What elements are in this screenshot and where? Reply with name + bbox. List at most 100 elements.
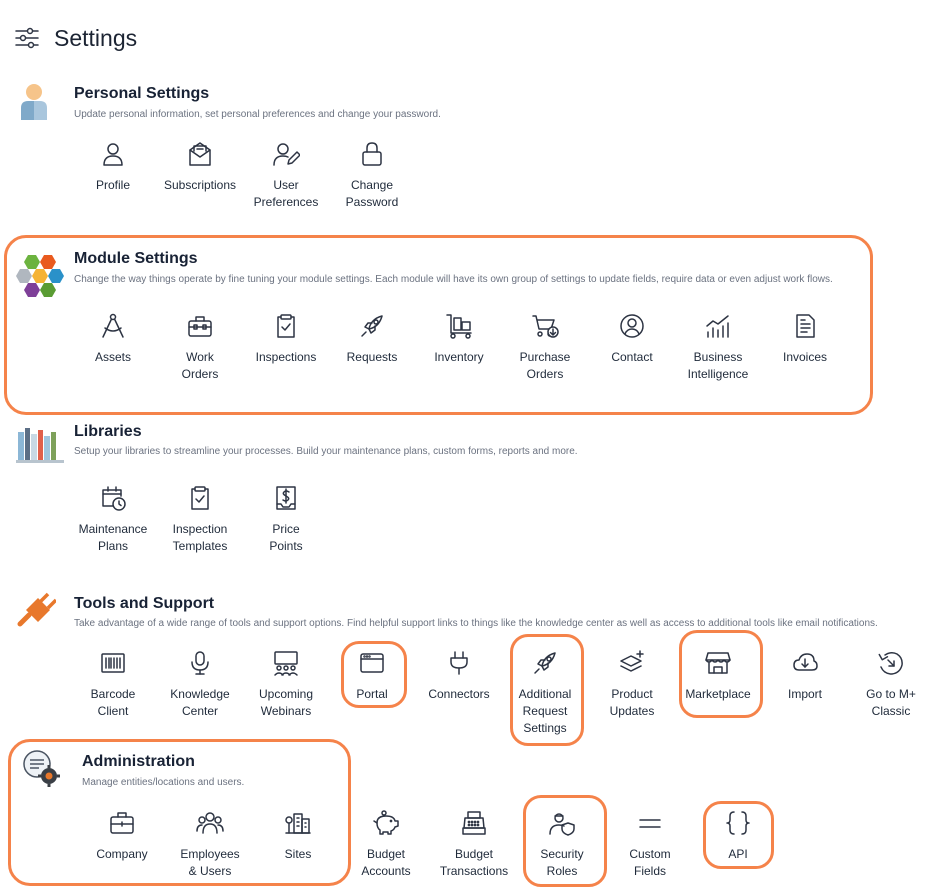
store-icon xyxy=(705,652,731,674)
tile-requests[interactable]: Requests xyxy=(322,312,422,366)
tile-maintenance-plans[interactable]: Maintenance Plans xyxy=(63,484,163,555)
tile-label: Marketplace xyxy=(685,687,751,701)
layers-plus-icon xyxy=(620,650,644,672)
tools-support-description: Take advantage of a wide range of tools … xyxy=(74,618,878,629)
plug-icon xyxy=(450,651,468,675)
tile-marketplace[interactable]: Marketplace xyxy=(668,649,768,703)
window-icon xyxy=(360,653,384,673)
rocket-icon xyxy=(361,315,383,337)
tile-connectors[interactable]: Connectors xyxy=(409,649,509,703)
tile-label: API xyxy=(728,847,748,861)
cloud-download-icon xyxy=(793,653,818,671)
envelope-icon xyxy=(189,142,211,166)
module-settings-description: Change the way things operate by fine tu… xyxy=(74,274,833,285)
libraries-description: Setup your libraries to streamline your … xyxy=(74,446,578,457)
tile-label: Custom Fields xyxy=(629,847,671,878)
tile-label: Company xyxy=(96,847,148,861)
tile-label: Go to M+ Classic xyxy=(866,687,916,718)
tile-label: Portal xyxy=(356,687,388,701)
buildings-icon xyxy=(285,813,311,834)
tile-change-password[interactable]: Change Password xyxy=(322,140,422,211)
tile-price-points[interactable]: Price Points xyxy=(236,484,336,555)
user-circle-icon xyxy=(620,314,644,338)
tile-contact[interactable]: Contact xyxy=(582,312,682,366)
equals-icon xyxy=(639,819,661,828)
compass-icon xyxy=(102,313,124,338)
clipboard-check-icon xyxy=(277,314,295,338)
invoice-icon xyxy=(796,314,815,338)
tile-label: Change Password xyxy=(345,178,399,209)
piggy-bank-icon xyxy=(373,810,399,835)
tile-label: Budget Transactions xyxy=(439,847,509,878)
tile-additional-request-settings[interactable]: Additional Request Settings xyxy=(495,649,595,737)
tile-label: Requests xyxy=(346,350,398,364)
tile-custom-fields[interactable]: Custom Fields xyxy=(600,809,700,880)
cash-register-icon xyxy=(462,811,486,835)
calendar-clock-icon xyxy=(102,486,126,511)
tile-label: Knowledge Center xyxy=(170,687,230,718)
tile-import[interactable]: Import xyxy=(755,649,855,703)
tile-label: Budget Accounts xyxy=(361,847,411,878)
user-shield-icon xyxy=(549,813,575,836)
tile-invoices[interactable]: Invoices xyxy=(755,312,855,366)
sliders-icon xyxy=(15,27,39,49)
books-icon xyxy=(16,428,64,463)
cart-icon xyxy=(532,315,559,338)
tile-barcode-client[interactable]: Barcode Client xyxy=(63,649,163,720)
tile-api[interactable]: API xyxy=(688,809,788,863)
page-title: Settings xyxy=(54,24,138,51)
tile-company[interactable]: Company xyxy=(72,809,172,863)
microphone-icon xyxy=(191,651,209,675)
plug-brand-icon xyxy=(17,592,56,627)
tile-label: Inventory xyxy=(434,350,484,364)
tile-label: Contact xyxy=(611,350,653,364)
tile-go-to-classic[interactable]: Go to M+ Classic xyxy=(841,649,928,720)
user-edit-icon xyxy=(273,143,300,166)
tile-label: Import xyxy=(787,687,822,701)
tile-inventory[interactable]: Inventory xyxy=(409,312,509,366)
tile-label: Inspection Templates xyxy=(172,522,228,553)
tile-inspections[interactable]: Inspections xyxy=(236,312,336,366)
tile-label: Sites xyxy=(284,847,312,861)
page-header: Settings xyxy=(14,22,137,54)
tile-security-roles[interactable]: Security Roles xyxy=(512,809,612,880)
tile-label: Assets xyxy=(94,350,131,364)
tile-label: Work Orders xyxy=(181,350,219,381)
tile-subscriptions[interactable]: Subscriptions xyxy=(150,140,250,194)
tile-product-updates[interactable]: Product Updates xyxy=(582,649,682,720)
tile-user-preferences[interactable]: User Preferences xyxy=(236,140,336,211)
tile-label: User Preferences xyxy=(253,178,319,209)
tile-sites[interactable]: Sites xyxy=(248,809,348,863)
webinar-icon xyxy=(274,651,298,676)
tile-work-orders[interactable]: Work Orders xyxy=(150,312,250,383)
tile-inspection-templates[interactable]: Inspection Templates xyxy=(150,484,250,555)
users-icon xyxy=(196,812,224,834)
tile-profile[interactable]: Profile xyxy=(63,140,163,194)
tile-knowledge-center[interactable]: Knowledge Center xyxy=(150,649,250,720)
tile-label: Employees & Users xyxy=(180,847,240,878)
tile-employees-users[interactable]: Employees & Users xyxy=(160,809,260,880)
chart-icon xyxy=(706,315,729,338)
person-avatar-icon xyxy=(21,84,47,120)
dollar-doc-icon xyxy=(276,486,296,510)
clipboard-check-icon xyxy=(191,486,209,510)
tile-portal[interactable]: Portal xyxy=(322,649,422,703)
tile-label: Barcode Client xyxy=(90,687,136,718)
lock-icon xyxy=(362,142,382,166)
tile-upcoming-webinars[interactable]: Upcoming Webinars xyxy=(236,649,336,720)
administration-title: Administration xyxy=(82,753,195,770)
tile-label: Price Points xyxy=(269,522,303,553)
tools-support-title: Tools and Support xyxy=(74,595,215,612)
administration-description: Manage entities/locations and users. xyxy=(82,777,245,788)
tile-label: Invoices xyxy=(782,350,828,364)
tile-purchase-orders[interactable]: Purchase Orders xyxy=(495,312,595,383)
tile-budget-transactions[interactable]: Budget Transactions xyxy=(424,809,524,880)
tile-assets[interactable]: Assets xyxy=(63,312,163,366)
tile-business-intelligence[interactable]: Business Intelligence xyxy=(668,312,768,383)
tile-label: Profile xyxy=(95,178,130,192)
admin-gear-icon xyxy=(23,750,60,787)
tile-budget-accounts[interactable]: Budget Accounts xyxy=(336,809,436,880)
toolbox-icon xyxy=(188,316,212,337)
tile-label: Product Updates xyxy=(609,687,655,718)
module-settings-title: Module Settings xyxy=(74,250,198,267)
